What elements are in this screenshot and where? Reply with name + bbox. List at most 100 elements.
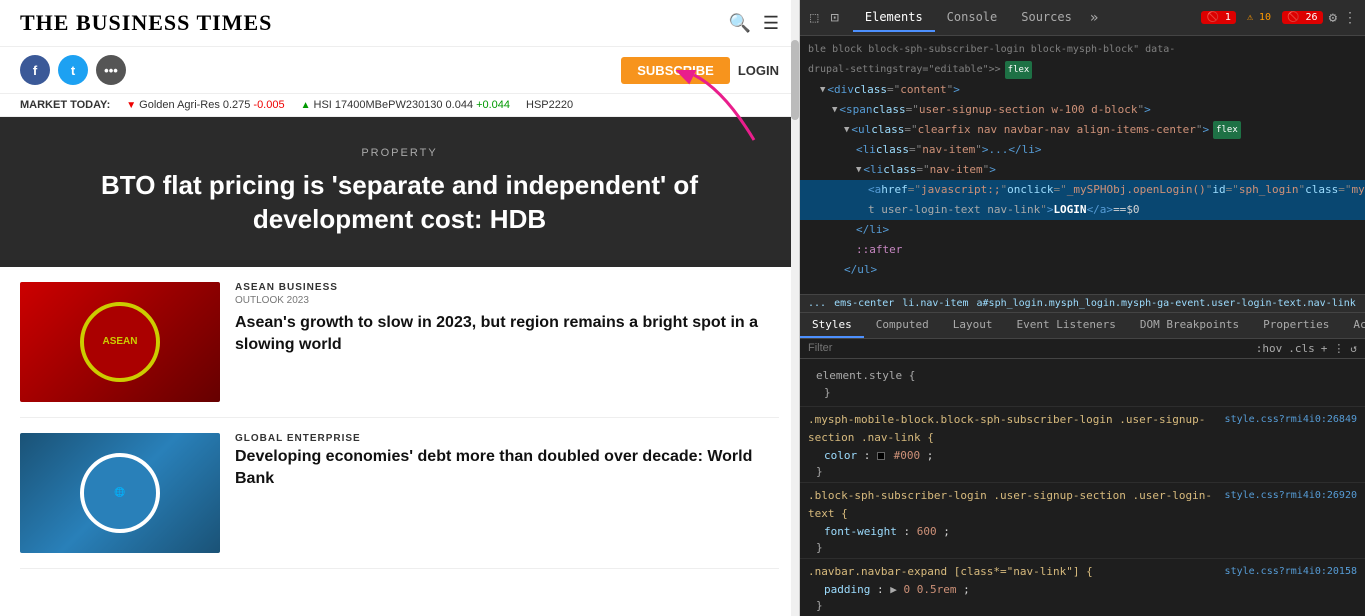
- scrollbar[interactable]: [791, 0, 799, 616]
- tree-line-pseudo-after[interactable]: ::after: [800, 240, 1365, 260]
- more-options-icon[interactable]: ⋮: [1343, 10, 1357, 26]
- more-icon[interactable]: •••: [96, 55, 126, 85]
- inspect-element-icon[interactable]: ⬚: [808, 8, 820, 28]
- cls-toggle[interactable]: .cls: [1288, 342, 1315, 355]
- add-rule-icon[interactable]: +: [1321, 342, 1328, 355]
- devtools-inspect-icons: ⬚ ⊡: [808, 8, 841, 28]
- article-list: ASEAN ASEAN BUSINESS OUTLOOK 2023 Asean'…: [0, 267, 799, 616]
- scroll-thumb[interactable]: [791, 40, 799, 120]
- down-arrow-icon: ▼: [126, 100, 136, 111]
- tab-properties[interactable]: Properties: [1251, 313, 1341, 338]
- asean-logo: ASEAN: [80, 302, 160, 382]
- tree-line-li1[interactable]: <li class="nav-item" >...</li>: [800, 140, 1365, 160]
- login-button[interactable]: LOGIN: [738, 63, 779, 78]
- site-header: The Business Times 🔍 ☰: [0, 0, 799, 47]
- tab-event-listeners[interactable]: Event Listeners: [1004, 313, 1127, 338]
- css-rule-2-selector-line: style.css?rmi4i0:26920 .block-sph-subscr…: [808, 487, 1357, 523]
- devtools-breadcrumb: ... ems-center li.nav-item a#sph_login.m…: [800, 294, 1365, 313]
- subscribe-button[interactable]: SUBSCRIBE: [621, 57, 730, 84]
- devtools-topbar: ⬚ ⊡ Elements Console Sources » 🚫 1 ⚠ 10 …: [800, 0, 1365, 36]
- search-icon[interactable]: 🔍: [728, 13, 750, 34]
- hov-toggle[interactable]: :hov: [1256, 342, 1283, 355]
- facebook-icon[interactable]: f: [20, 55, 50, 85]
- css-rule-3-close: }: [808, 599, 1357, 612]
- tab-more-icon[interactable]: »: [1084, 6, 1104, 30]
- tree-line-2[interactable]: drupal-settingstray="editable">> flex: [800, 60, 1365, 80]
- tab-console[interactable]: Console: [935, 4, 1010, 32]
- settings-icon[interactable]: ⚙: [1329, 10, 1337, 26]
- css-rule-1-close: }: [808, 465, 1357, 478]
- tree-line-li2[interactable]: ▼ <li class="nav-item" >: [800, 160, 1365, 180]
- article-thumb-worldbank: 🌐: [20, 433, 220, 553]
- css-rules: element.style { } style.css?rmi4i0:26849…: [800, 359, 1365, 616]
- tree-line-a-selected[interactable]: <a href="javascript:;" onclick="_mySPHOb…: [800, 180, 1365, 200]
- article-item-asean: ASEAN ASEAN BUSINESS OUTLOOK 2023 Asean'…: [20, 267, 779, 418]
- flex-badge: flex: [1005, 61, 1033, 79]
- tab-elements[interactable]: Elements: [853, 4, 935, 32]
- devtools-panel: ⬚ ⊡ Elements Console Sources » 🚫 1 ⚠ 10 …: [800, 0, 1365, 616]
- market-label: MARKET TODAY:: [20, 99, 110, 111]
- social-bar: f t ••• SUBSCRIBE LOGIN: [0, 47, 799, 94]
- css-selector-2: .block-sph-subscriber-login .user-signup…: [808, 489, 1212, 520]
- article-title-wb[interactable]: Developing economies' debt more than dou…: [235, 446, 779, 491]
- tree-line-li-close[interactable]: </li>: [800, 220, 1365, 240]
- css-selector-3: .navbar.navbar-expand [class*="nav-link"…: [808, 565, 1093, 578]
- flex-badge-2: flex: [1213, 121, 1241, 139]
- breadcrumb-li-nav-item[interactable]: li.nav-item: [902, 298, 968, 309]
- css-source-3[interactable]: style.css?rmi4i0:20158: [1225, 563, 1357, 581]
- filter-input[interactable]: [808, 342, 1256, 354]
- css-selector-1: .mysph-mobile-block.block-sph-subscriber…: [808, 413, 1205, 444]
- ticker-hs: HSP2220: [526, 99, 573, 111]
- twitter-icon[interactable]: t: [58, 55, 88, 85]
- refresh-styles-icon[interactable]: ↺: [1350, 342, 1357, 355]
- header-icons: 🔍 ☰: [728, 13, 779, 34]
- article-subcategory: OUTLOOK 2023: [235, 295, 779, 306]
- devtools-right-icons: 🚫 1 ⚠ 10 🚫 26 ⚙ ⋮: [1201, 10, 1357, 26]
- more-styles-icon[interactable]: ⋮: [1333, 342, 1344, 355]
- tab-styles[interactable]: Styles: [800, 313, 864, 338]
- breadcrumb-a-sph-login[interactable]: a#sph_login.mysph_login.mysph-ga-event.u…: [977, 298, 1356, 309]
- ticker-golden-agri: ▼ Golden Agri-Res 0.275 -0.005: [126, 99, 284, 111]
- tab-sources[interactable]: Sources: [1009, 4, 1084, 32]
- hero-title[interactable]: BTO flat pricing is 'separate and indepe…: [60, 169, 739, 237]
- breadcrumb-ellipsis[interactable]: ...: [808, 298, 826, 309]
- css-rule-3-selector-line: style.css?rmi4i0:20158 .navbar.navbar-ex…: [808, 563, 1357, 581]
- css-source-2[interactable]: style.css?rmi4i0:26920: [1225, 487, 1357, 505]
- article-category: ASEAN BUSINESS: [235, 282, 779, 293]
- css-rule-3: style.css?rmi4i0:20158 .navbar.navbar-ex…: [800, 559, 1365, 616]
- warn-badge: ⚠ 10: [1242, 11, 1276, 24]
- site-logo: The Business Times: [20, 10, 272, 36]
- tree-line-1[interactable]: ble block block-sph-subscriber-login blo…: [800, 40, 1365, 60]
- css-source-1[interactable]: style.css?rmi4i0:26849: [1225, 411, 1357, 429]
- article-title[interactable]: Asean's growth to slow in 2023, but regi…: [235, 312, 779, 357]
- devtools-tabs: Elements Console Sources »: [853, 4, 1104, 32]
- panel-tabs: Styles Computed Layout Event Listeners D…: [800, 313, 1365, 339]
- device-toggle-icon[interactable]: ⊡: [828, 8, 840, 28]
- error-badge-2: 🚫 26: [1282, 11, 1323, 24]
- tree-line-div-content[interactable]: ▼ <div class="content" >: [800, 80, 1365, 100]
- css-rule-1-selector-line: style.css?rmi4i0:26849 .mysph-mobile-blo…: [808, 411, 1357, 447]
- breadcrumb-ems-center[interactable]: ems-center: [834, 298, 894, 309]
- css-rule-element-style: element.style { }: [800, 363, 1365, 407]
- hero-article: PROPERTY BTO flat pricing is 'separate a…: [0, 117, 799, 267]
- article-content-wb: GLOBAL ENTERPRISE Developing economies' …: [235, 433, 779, 491]
- tab-computed[interactable]: Computed: [864, 313, 941, 338]
- article-item-worldbank: 🌐 GLOBAL ENTERPRISE Developing economies…: [20, 418, 779, 569]
- tab-accessibility[interactable]: Accessibility: [1341, 313, 1365, 338]
- error-badge-1: 🚫 1: [1201, 11, 1236, 24]
- css-prop-padding: padding : ▶ 0 0.5rem ;: [808, 581, 1357, 599]
- menu-icon[interactable]: ☰: [763, 13, 779, 34]
- css-rule-2-close: }: [808, 541, 1357, 554]
- css-rule-2: style.css?rmi4i0:26920 .block-sph-subscr…: [800, 483, 1365, 559]
- tree-line-ul-close[interactable]: </ul>: [800, 260, 1365, 280]
- element-style-header: element.style {: [808, 367, 1357, 384]
- tree-line-span[interactable]: ▼ <span class="user-signup-section w-100…: [800, 100, 1365, 120]
- website-panel: The Business Times 🔍 ☰ f t ••• SUBSCRIBE…: [0, 0, 800, 616]
- social-icons: f t •••: [20, 55, 126, 85]
- tree-line-ul[interactable]: ▼ <ul class="clearfix nav navbar-nav ali…: [800, 120, 1365, 140]
- filter-bar: :hov .cls + ⋮ ↺: [800, 339, 1365, 359]
- devtools-html-tree: ble block block-sph-subscriber-login blo…: [800, 36, 1365, 294]
- tab-dom-breakpoints[interactable]: DOM Breakpoints: [1128, 313, 1251, 338]
- tree-line-a-cont[interactable]: t user-login-text nav-link" > LOGIN </a>…: [800, 200, 1365, 220]
- tab-layout[interactable]: Layout: [941, 313, 1005, 338]
